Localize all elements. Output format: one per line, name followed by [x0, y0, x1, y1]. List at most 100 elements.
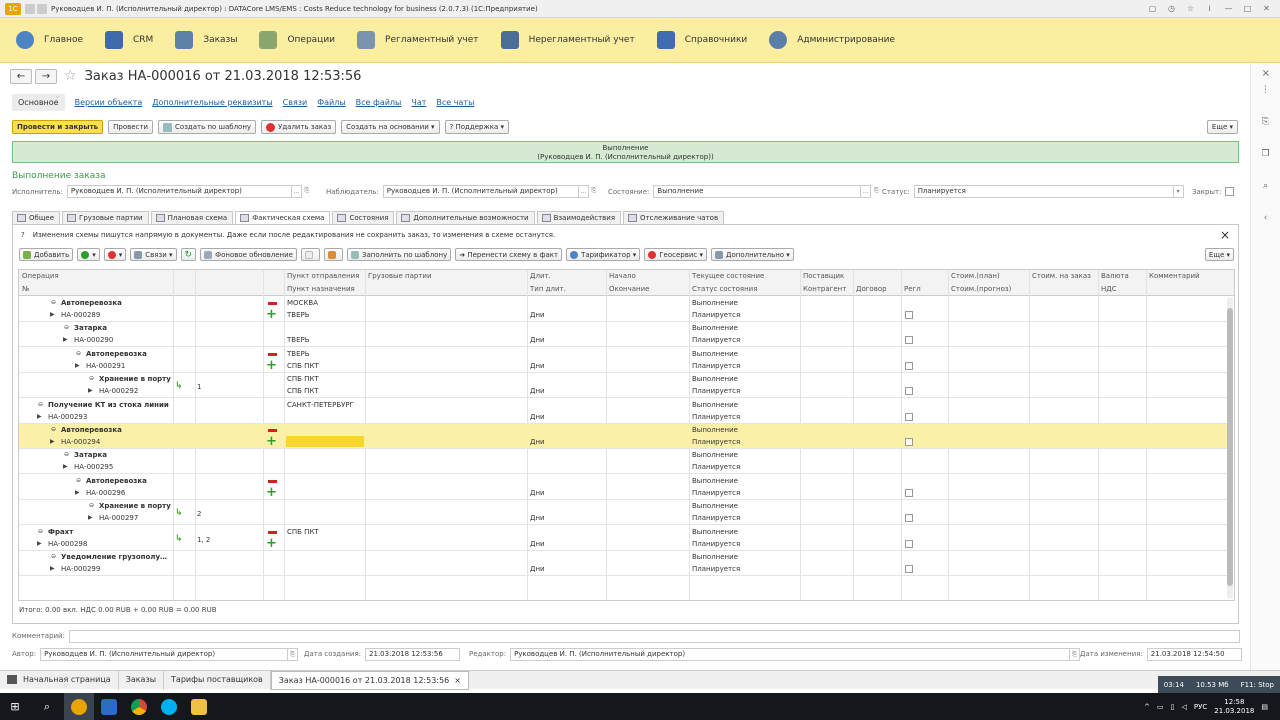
expand-icon[interactable]: ▶	[37, 413, 42, 420]
search-icon[interactable]: ⌕	[1261, 181, 1271, 191]
col-to[interactable]: Пункт назначения	[287, 285, 355, 293]
info-icon[interactable]: i	[1204, 4, 1215, 14]
regl-checkbox[interactable]	[905, 539, 913, 548]
col-cost-forecast[interactable]: Стоим.(прогноз)	[951, 285, 1011, 293]
collapse-icon[interactable]: ⊖	[64, 451, 69, 458]
collapse-icon[interactable]: ⊖	[51, 426, 56, 433]
regl-checkbox[interactable]	[905, 565, 913, 573]
col-contract[interactable]: Договор	[856, 285, 887, 293]
open-icon[interactable]: ⎘	[871, 185, 881, 198]
duration-type[interactable]: Дни	[530, 438, 545, 446]
vertical-scrollbar[interactable]	[1227, 298, 1233, 598]
open-icon[interactable]: ⎘	[1070, 647, 1081, 661]
departure-point[interactable]: СПБ ПКТ	[287, 375, 319, 383]
duration-type[interactable]: Дни	[530, 514, 545, 522]
remove-point-icon[interactable]	[268, 352, 277, 356]
page-tab-home[interactable]: Начальная страница	[0, 670, 119, 690]
regl-checkbox[interactable]	[905, 488, 913, 497]
table-row[interactable]: ⊖ Уведомление грузополу… ▶ НА-000299 Дни Выпо…	[19, 551, 1227, 576]
expand-icon[interactable]: ▶	[37, 540, 42, 547]
open-icon[interactable]: ⎘	[589, 185, 599, 198]
post-and-close-button[interactable]: Провести и закрыть	[12, 120, 104, 134]
col-duration[interactable]: Длит.	[530, 272, 551, 280]
col-currency[interactable]: Валюта	[1101, 272, 1129, 280]
col-start[interactable]: Начало	[609, 272, 636, 280]
regl-checkbox[interactable]	[905, 438, 913, 446]
expand-icon[interactable]: ▶	[88, 387, 93, 394]
collapse-icon[interactable]: ⊖	[38, 528, 43, 535]
favorite-star-icon[interactable]: ☆	[64, 68, 77, 84]
collapse-icon[interactable]: ⊖	[76, 350, 81, 357]
departure-point[interactable]: САНКТ-ПЕТЕРБУРГ	[287, 401, 354, 409]
link-all-files[interactable]: Все файлы	[356, 98, 402, 107]
status-field[interactable]: Планируется	[913, 185, 1174, 198]
copy-button[interactable]	[323, 248, 343, 261]
tab-extra[interactable]: Дополнительные возможности	[396, 211, 535, 224]
section-references[interactable]: Справочники	[656, 31, 747, 49]
taskbar-skype-app[interactable]	[154, 693, 184, 720]
expand-icon[interactable]: ▶	[63, 463, 68, 470]
col-cargo[interactable]: Грузовые партии	[368, 272, 432, 280]
expand-icon[interactable]: ▶	[75, 362, 80, 369]
regl-checkbox[interactable]	[905, 336, 913, 345]
notifications-icon[interactable]: ▢	[1147, 4, 1158, 14]
col-regl[interactable]: Регл	[904, 285, 921, 293]
collapse-icon[interactable]: ⊖	[89, 375, 94, 382]
link-icon[interactable]: ⎘	[1261, 117, 1271, 127]
col-supplier[interactable]: Поставщик	[803, 272, 844, 280]
col-duration-type[interactable]: Тип длит.	[530, 285, 566, 293]
expand-icon[interactable]: ▶	[75, 489, 80, 496]
history-icon[interactable]: ◷	[1166, 4, 1177, 14]
departure-point[interactable]: ТВЕРЬ	[287, 350, 310, 358]
tab-cargo[interactable]: Грузовые партии	[62, 211, 149, 224]
section-orders[interactable]: Заказы	[175, 31, 237, 49]
table-row[interactable]: ⊖ Автоперевозка ▶ НА-000289 + МОСКВА ТВЕРЬ Дни В…	[19, 297, 1227, 322]
support-button[interactable]: ? Поддержка ▾	[444, 120, 510, 134]
table-row[interactable]: ⊖ Хранение в порту ▶ НА-000297 ↳ 2 Дни Выполнен…	[19, 500, 1227, 526]
link-additional-attrs[interactable]: Дополнительные реквизиты	[152, 98, 272, 107]
link-all-chats[interactable]: Все чаты	[436, 98, 474, 107]
page-tab-tariffs[interactable]: Тарифы поставщиков	[164, 670, 271, 690]
table-row[interactable]: ⊖ Автоперевозка ▶ НА-000294 + Дни Выполнение Пл…	[19, 424, 1227, 449]
back-button[interactable]: ←	[10, 68, 32, 84]
fill-template-button[interactable]: Заполнить по шаблону	[346, 248, 452, 261]
remove-point-icon[interactable]	[268, 302, 277, 305]
add-point-icon[interactable]: +	[266, 435, 277, 448]
network-icon[interactable]: ▭	[1157, 703, 1164, 711]
duration-type[interactable]: Дни	[530, 565, 545, 573]
duration-type[interactable]: Дни	[530, 362, 545, 370]
ellipsis-icon[interactable]: …	[578, 185, 589, 198]
remove-point-icon[interactable]	[268, 479, 277, 483]
expand-icon[interactable]: ▶	[50, 438, 55, 445]
clock[interactable]: 12:58 21.03.2018	[1214, 698, 1254, 716]
departure-point[interactable]: МОСКВА	[287, 299, 318, 307]
chevron-left-icon[interactable]: ‹	[1261, 213, 1271, 223]
duration-type[interactable]: Дни	[530, 540, 545, 548]
regl-checkbox[interactable]	[905, 361, 913, 370]
add-row-button[interactable]: ▾	[77, 248, 100, 261]
regl-checkbox[interactable]	[905, 412, 913, 421]
section-admin[interactable]: Администрирование	[769, 31, 895, 49]
link-relations[interactable]: Связи	[283, 98, 308, 107]
remove-point-icon[interactable]	[268, 530, 277, 534]
table-row[interactable]: ⊖ Автоперевозка ▶ НА-000296 + Дни Выполнение Пл…	[19, 475, 1227, 500]
regl-checkbox[interactable]	[905, 387, 913, 396]
link-chat[interactable]: Чат	[411, 98, 426, 107]
col-vat[interactable]: НДС	[1101, 285, 1117, 293]
move-to-fact-button[interactable]: ➜ Перенести схему в факт	[455, 248, 563, 261]
col-state-status[interactable]: Статус состояния	[692, 285, 757, 293]
taskbar-1c-app[interactable]	[64, 693, 94, 720]
taskbar-explorer-app[interactable]	[184, 693, 214, 720]
scrollbar-thumb[interactable]	[1227, 308, 1233, 586]
state-field[interactable]: Выполнение	[653, 185, 862, 198]
destination-input[interactable]	[286, 436, 364, 447]
destination-point[interactable]: СПБ ПКТ	[287, 387, 319, 395]
tab-general[interactable]: Общее	[12, 211, 61, 224]
delete-order-button[interactable]: Удалить заказ	[261, 120, 337, 134]
section-operations[interactable]: Операции	[259, 31, 335, 49]
author-field[interactable]: Руководцев И. П. (Исполнительный директо…	[40, 647, 289, 661]
table-row[interactable]: ⊖ Затарка ▶ НА-000295 Выполнение Планируется	[19, 449, 1227, 475]
menu-icon[interactable]: ⋮	[1261, 85, 1271, 95]
duration-type[interactable]: Дни	[530, 489, 545, 497]
editor-field[interactable]: Руководцев И. П. (Исполнительный директо…	[510, 647, 1071, 661]
